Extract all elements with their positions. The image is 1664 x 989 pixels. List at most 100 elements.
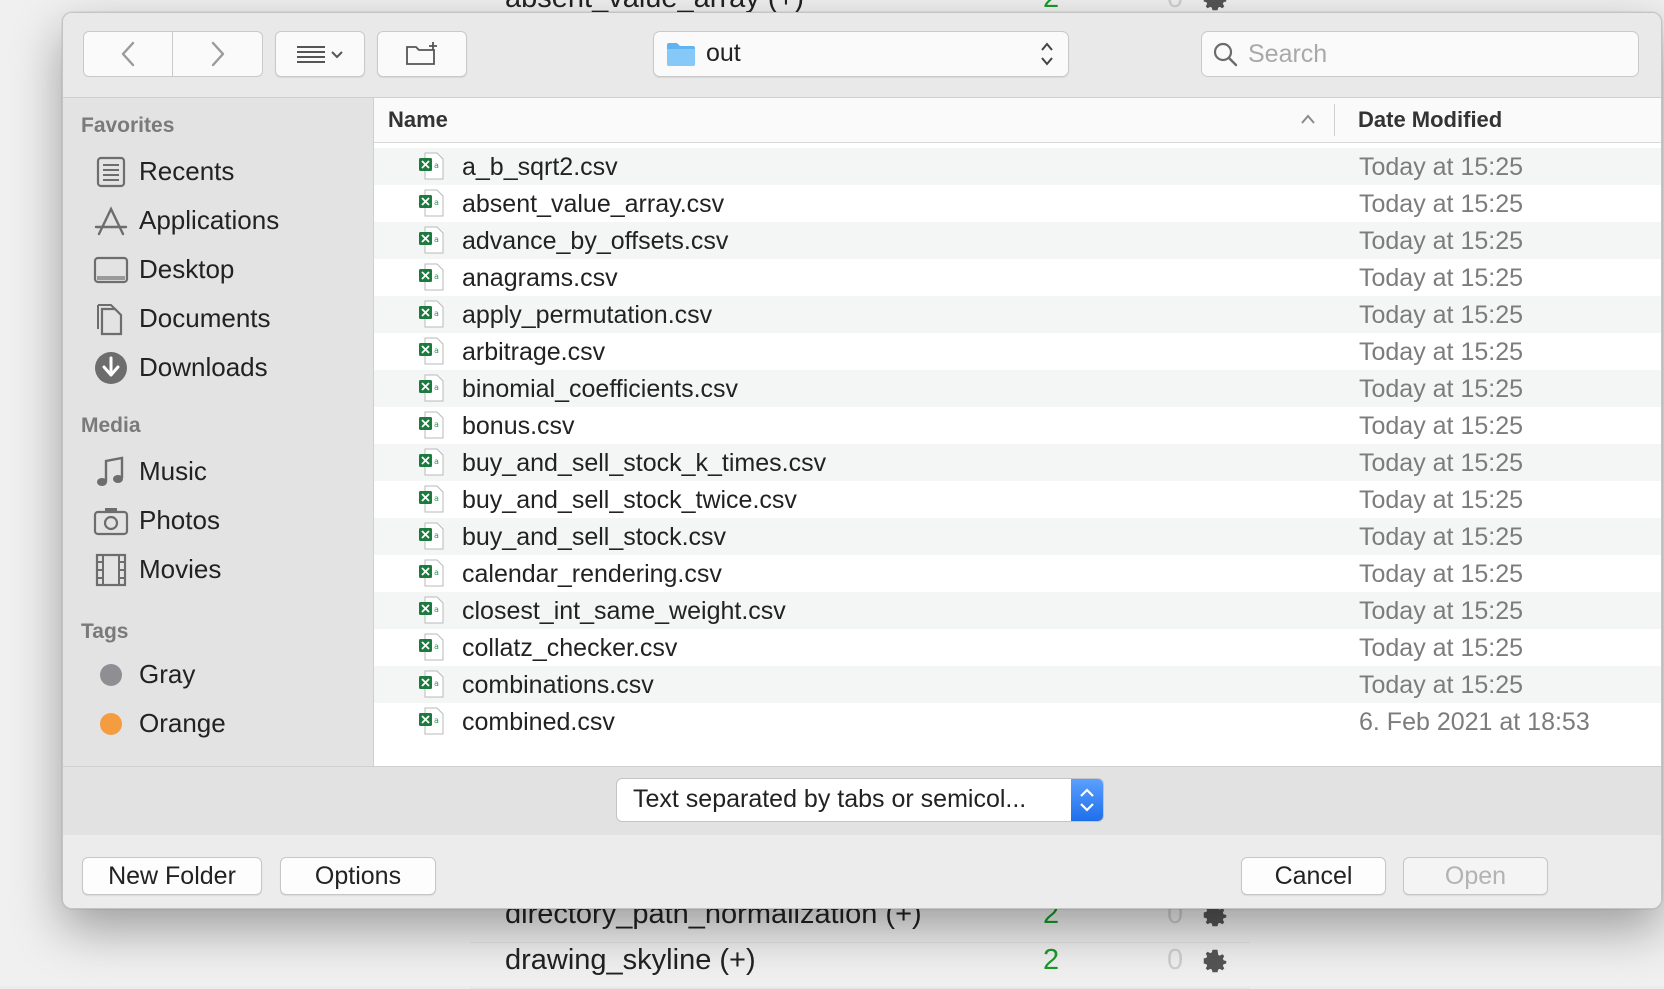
file-row[interactable]: a a_b_sqrt2.csv Today at 15:25 (374, 148, 1661, 185)
sidebar-item-documents[interactable]: Documents (93, 297, 363, 341)
file-name: buy_and_sell_stock.csv (462, 523, 727, 551)
column-divider[interactable] (1334, 104, 1335, 136)
csv-file-icon: a (419, 559, 444, 587)
sidebar-item-label: Applications (139, 205, 280, 235)
background-row-count: 2 (1043, 944, 1060, 976)
sidebar-item-label: Gray (139, 659, 196, 689)
file-date-modified: Today at 15:25 (1359, 264, 1524, 292)
sidebar-item-label: Downloads (139, 352, 268, 382)
file-row[interactable]: a absent_value_array.csv Today at 15:25 (374, 185, 1661, 222)
new-folder-toolbar-button[interactable] (377, 31, 467, 77)
list-view-icon (297, 46, 343, 63)
file-date-modified: 6. Feb 2021 at 18:53 (1359, 708, 1590, 736)
file-row[interactable]: a combined.csv 6. Feb 2021 at 18:53 (374, 703, 1661, 740)
sidebar-section-media: Media (81, 414, 141, 437)
back-button[interactable] (83, 31, 173, 77)
sidebar-item-music[interactable]: Music (93, 450, 363, 494)
sidebar-item-downloads[interactable]: Downloads (93, 346, 363, 390)
open-button[interactable]: Open (1403, 857, 1548, 895)
file-row[interactable]: a buy_and_sell_stock.csv Today at 15:25 (374, 518, 1661, 555)
sidebar-item-label: Recents (139, 156, 235, 186)
options-button[interactable]: Options (280, 857, 436, 895)
file-row[interactable]: a buy_and_sell_stock_twice.csv Today at 15… (374, 481, 1661, 518)
svg-text:a: a (434, 272, 439, 281)
format-bar: Text separated by tabs or semicol... (63, 766, 1661, 836)
music-icon (97, 456, 124, 486)
csv-file-icon: a (419, 189, 444, 217)
csv-file-icon: a (419, 152, 444, 180)
sidebar-item-applications[interactable]: Applications (93, 199, 363, 243)
chevron-updown-icon (1080, 788, 1094, 812)
file-name: advance_by_offsets.csv (462, 227, 729, 255)
file-date-modified: Today at 15:25 (1359, 412, 1524, 440)
file-row[interactable]: a calendar_rendering.csv Today at 15:25 (374, 555, 1661, 592)
sidebar-item-tag-orange[interactable]: Orange (93, 702, 363, 746)
sidebar-section-favorites: Favorites (81, 114, 175, 137)
csv-file-icon: a (419, 522, 444, 550)
csv-file-icon: a (419, 263, 444, 291)
view-options-button[interactable] (275, 31, 365, 77)
folder-icon (667, 43, 695, 66)
file-name: a_b_sqrt2.csv (462, 153, 618, 181)
column-header-name[interactable]: Name (388, 107, 448, 133)
sidebar-item-label: Movies (139, 554, 222, 584)
chevron-updown-icon (1041, 42, 1053, 66)
search-field[interactable] (1201, 31, 1639, 77)
file-date-modified: Today at 15:25 (1359, 338, 1524, 366)
file-name: anagrams.csv (462, 264, 618, 292)
svg-text:a: a (434, 494, 439, 503)
file-row[interactable]: a buy_and_sell_stock_k_times.csv Today at … (374, 444, 1661, 481)
search-input[interactable] (1246, 36, 1630, 72)
forward-button[interactable] (173, 31, 263, 77)
cancel-button[interactable]: Cancel (1241, 857, 1386, 895)
file-row[interactable]: a closest_int_same_weight.csv Today at 15:… (374, 592, 1661, 629)
file-date-modified: Today at 15:25 (1359, 190, 1524, 218)
path-popup[interactable]: out (653, 31, 1069, 77)
svg-text:a: a (434, 235, 439, 244)
file-date-modified: Today at 15:25 (1359, 523, 1524, 551)
sidebar-item-photos[interactable]: Photos (93, 499, 363, 543)
open-file-dialog: out Favorites Recents (62, 12, 1662, 909)
sidebar-item-label: Orange (139, 708, 226, 738)
search-icon (1213, 42, 1238, 67)
desktop-icon (93, 256, 129, 284)
svg-text:a: a (434, 531, 439, 540)
file-row[interactable]: a anagrams.csv Today at 15:25 (374, 259, 1661, 296)
sidebar-section-tags: Tags (81, 620, 129, 643)
dialog-button-bar: New Folder Options Cancel Open (63, 835, 1661, 908)
svg-text:a: a (434, 346, 439, 355)
sidebar-item-desktop[interactable]: Desktop (93, 248, 363, 292)
svg-text:a: a (434, 642, 439, 651)
background-row-zero: 0 (1167, 944, 1184, 976)
file-format-popup[interactable]: Text separated by tabs or semicol... (616, 778, 1104, 822)
nav-button-group (83, 31, 263, 77)
background-row: drawing_skyline (+) 2 0 (470, 942, 1250, 989)
svg-text:a: a (434, 716, 439, 725)
popup-arrow[interactable] (1071, 779, 1103, 821)
new-folder-button[interactable]: New Folder (82, 857, 262, 895)
file-row[interactable]: a bonus.csv Today at 15:25 (374, 407, 1661, 444)
column-header-date-modified[interactable]: Date Modified (1358, 107, 1502, 133)
csv-file-icon: a (419, 596, 444, 624)
gear-icon[interactable] (1200, 946, 1230, 976)
csv-file-icon: a (419, 485, 444, 513)
file-row[interactable]: a binomial_coefficients.csv Today at 15:25 (374, 370, 1661, 407)
file-date-modified: Today at 15:25 (1359, 560, 1524, 588)
file-row[interactable]: a advance_by_offsets.csv Today at 15:25 (374, 222, 1661, 259)
file-date-modified: Today at 15:25 (1359, 449, 1524, 477)
chevron-left-icon (121, 41, 135, 67)
file-name: collatz_checker.csv (462, 634, 678, 662)
file-row[interactable]: a apply_permutation.csv Today at 15:25 (374, 296, 1661, 333)
current-folder-label: out (706, 39, 741, 67)
file-list-header: Name Date Modified (374, 98, 1661, 143)
sidebar: Favorites Recents Applications Desktop D… (63, 98, 374, 766)
sidebar-item-movies[interactable]: Movies (93, 548, 363, 592)
file-name: arbitrage.csv (462, 338, 606, 366)
file-row[interactable]: a combinations.csv Today at 15:25 (374, 666, 1661, 703)
sidebar-item-recents[interactable]: Recents (93, 150, 363, 194)
file-row[interactable]: a arbitrage.csv Today at 15:25 (374, 333, 1661, 370)
file-row[interactable]: a collatz_checker.csv Today at 15:25 (374, 629, 1661, 666)
sidebar-item-tag-gray[interactable]: Gray (93, 653, 363, 697)
file-date-modified: Today at 15:25 (1359, 671, 1524, 699)
file-format-selected: Text separated by tabs or semicol... (633, 785, 1027, 813)
